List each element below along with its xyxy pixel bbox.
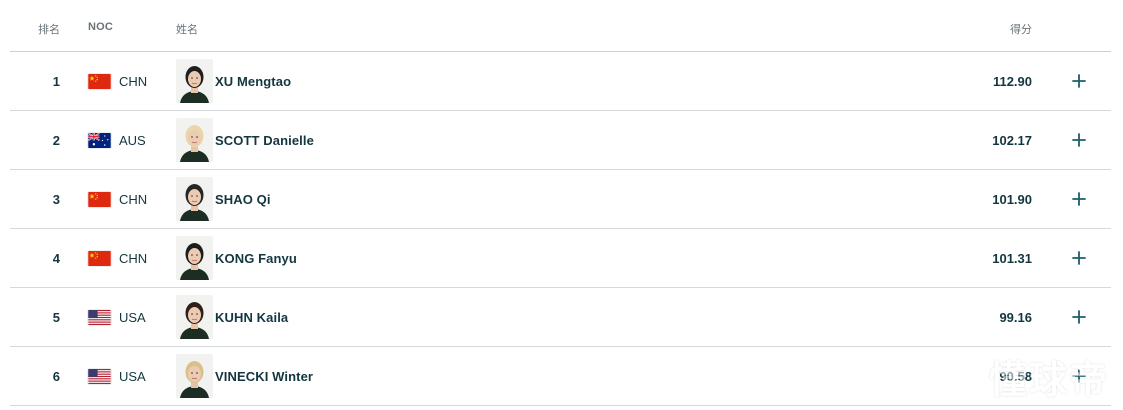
rank-cell: 6 bbox=[10, 347, 60, 405]
table-row[interactable]: 5 USA KUHN Kaila 99.16 bbox=[10, 288, 1111, 347]
athlete-photo bbox=[176, 229, 213, 287]
table-header: 排名 NOC 姓名 得分 bbox=[10, 0, 1111, 52]
table-row[interactable]: 4 CHN KONG Fanyu 101.31 bbox=[10, 229, 1111, 288]
results-table: 排名 NOC 姓名 得分 1 CHN XU Mengtao 112.90 2 AUS SCO… bbox=[10, 0, 1111, 406]
rank-value: 2 bbox=[52, 132, 60, 148]
noc-code: USA bbox=[119, 309, 146, 325]
usa-flag-icon bbox=[88, 347, 112, 405]
plus-icon bbox=[1072, 74, 1086, 88]
noc-code: CHN bbox=[119, 191, 148, 207]
rank-cell: 5 bbox=[10, 288, 60, 346]
athlete-name[interactable]: VINECKI Winter bbox=[215, 347, 313, 405]
rank-cell: 2 bbox=[10, 111, 60, 169]
plus-icon bbox=[1072, 310, 1086, 324]
table-row[interactable]: 2 AUS SCOTT Danielle 102.17 bbox=[10, 111, 1111, 170]
table-row[interactable]: 3 CHN SHAO Qi 101.90 bbox=[10, 170, 1111, 229]
noc-code: CHN bbox=[119, 73, 148, 89]
score-value: 99.16 bbox=[999, 309, 1032, 325]
watermark-text: 懂球帝 bbox=[988, 360, 1109, 402]
header-noc: NOC bbox=[88, 21, 114, 33]
athlete-name[interactable]: KUHN Kaila bbox=[215, 288, 288, 346]
athlete-photo bbox=[176, 347, 213, 405]
watermark: 懂球帝 bbox=[939, 349, 1109, 404]
athlete-name[interactable]: SHAO Qi bbox=[215, 170, 271, 228]
china-flag-icon bbox=[88, 52, 112, 110]
expand-row-button[interactable] bbox=[1068, 229, 1090, 287]
china-flag-icon bbox=[88, 170, 112, 228]
athlete-photo bbox=[176, 111, 213, 169]
plus-icon bbox=[1072, 251, 1086, 265]
noc-code: USA bbox=[119, 368, 146, 384]
athlete-photo bbox=[176, 288, 213, 346]
athlete-name[interactable]: KONG Fanyu bbox=[215, 229, 297, 287]
watermark-logo-icon bbox=[940, 355, 984, 398]
athlete-name[interactable]: XU Mengtao bbox=[215, 52, 291, 110]
noc-code: AUS bbox=[119, 132, 146, 148]
rank-cell: 4 bbox=[10, 229, 60, 287]
rank-value: 5 bbox=[52, 309, 60, 325]
rank-value: 3 bbox=[52, 191, 60, 207]
table-row[interactable]: 1 CHN XU Mengtao 112.90 bbox=[10, 52, 1111, 111]
china-flag-icon bbox=[88, 229, 112, 287]
noc-code: CHN bbox=[119, 250, 148, 266]
usa-flag-icon bbox=[88, 288, 112, 346]
athlete-name[interactable]: SCOTT Danielle bbox=[215, 111, 314, 169]
rank-value: 6 bbox=[52, 368, 60, 384]
score-value: 102.17 bbox=[992, 132, 1032, 148]
plus-icon bbox=[1072, 192, 1086, 206]
australia-flag-icon bbox=[88, 111, 112, 169]
expand-row-button[interactable] bbox=[1068, 111, 1090, 169]
expand-row-button[interactable] bbox=[1068, 288, 1090, 346]
score-value: 101.31 bbox=[992, 250, 1032, 266]
header-score: 得分 bbox=[1010, 24, 1032, 36]
rank-value: 4 bbox=[52, 250, 60, 266]
score-value: 112.90 bbox=[992, 73, 1032, 89]
expand-row-button[interactable] bbox=[1068, 170, 1090, 228]
rank-cell: 1 bbox=[10, 52, 60, 110]
header-name: 姓名 bbox=[176, 24, 198, 36]
rank-value: 1 bbox=[52, 73, 60, 89]
header-rank: 排名 bbox=[38, 24, 60, 36]
plus-icon bbox=[1072, 133, 1086, 147]
rank-cell: 3 bbox=[10, 170, 60, 228]
score-value: 101.90 bbox=[992, 191, 1032, 207]
athlete-photo bbox=[176, 52, 213, 110]
expand-row-button[interactable] bbox=[1068, 52, 1090, 110]
athlete-photo bbox=[176, 170, 213, 228]
